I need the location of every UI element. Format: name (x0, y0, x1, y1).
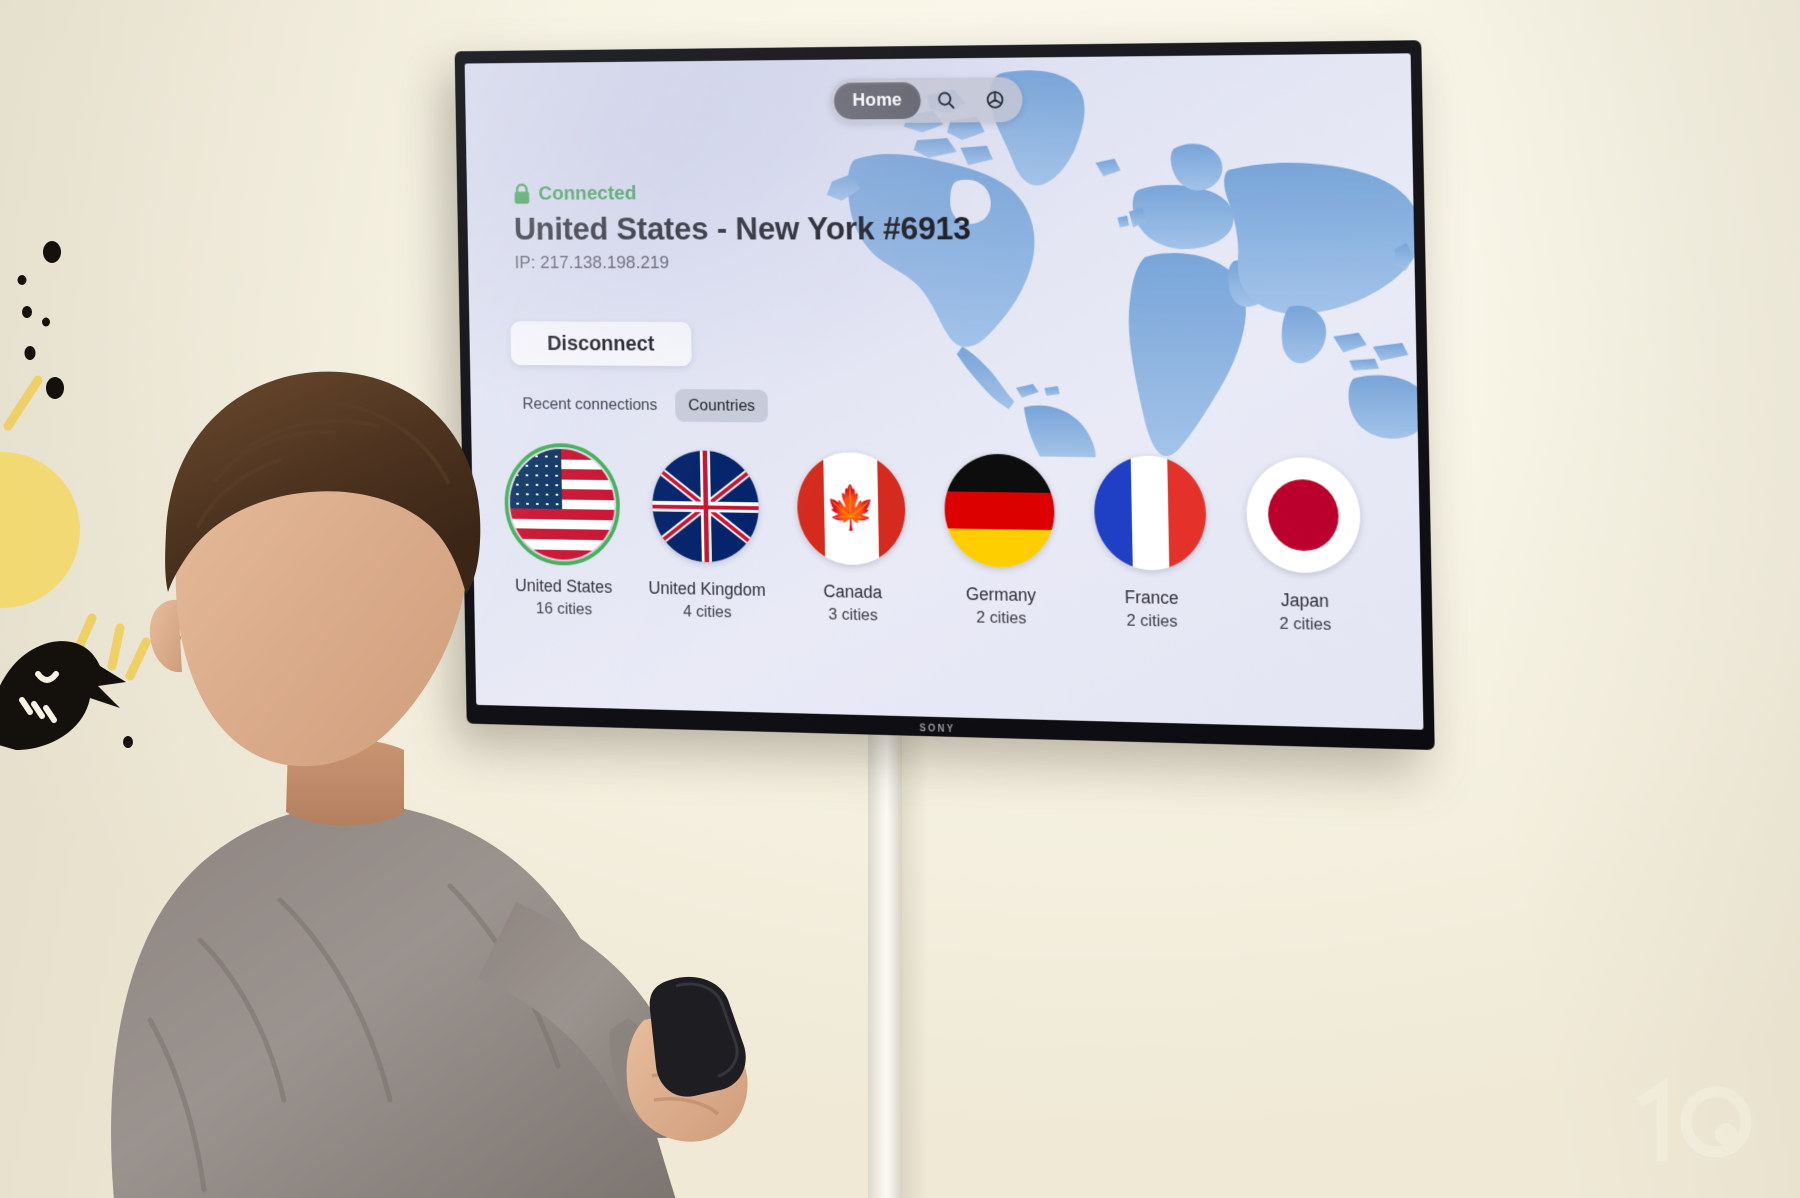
tv-mount-pole (868, 700, 902, 1198)
country-name: Germany (965, 584, 1037, 606)
country-cities: 2 cities (1126, 610, 1178, 631)
person-watching-tv (30, 180, 810, 1198)
watermark-logo (1630, 1074, 1758, 1166)
country-cities: 3 cities (828, 604, 878, 625)
search-icon[interactable] (922, 81, 970, 118)
app-navbar: Home (829, 77, 1023, 124)
flag-japan (1240, 451, 1368, 580)
nav-item-home[interactable]: Home (833, 81, 921, 120)
country-name: Canada (823, 581, 883, 603)
flag-germany (938, 448, 1061, 575)
country-card-germany[interactable]: Germany 2 cities (927, 447, 1074, 629)
country-card-france[interactable]: France 2 cities (1076, 449, 1226, 633)
settings-icon[interactable] (971, 81, 1019, 118)
country-cities: 2 cities (1279, 613, 1332, 634)
nav-item-home-label: Home (852, 89, 902, 111)
country-cities: 2 cities (976, 607, 1027, 628)
country-card-japan[interactable]: Japan 2 cities (1228, 451, 1380, 636)
country-name: Japan (1280, 590, 1330, 611)
tv-mount-pole-shadow (902, 700, 928, 1198)
country-name: France (1124, 587, 1179, 608)
flag-france (1087, 449, 1212, 577)
tv-brand-logo: SONY (919, 723, 956, 735)
